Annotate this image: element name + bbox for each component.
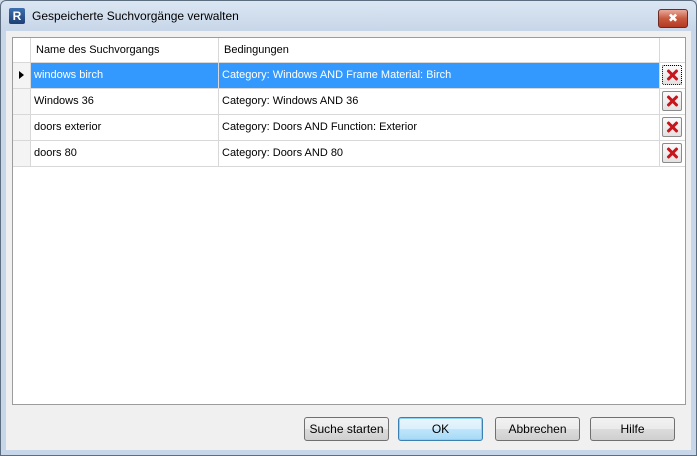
conditions-cell[interactable]: Category: Windows AND Frame Material: Bi…: [219, 63, 660, 88]
delete-cell: [659, 141, 685, 166]
conditions-cell[interactable]: Category: Doors AND Function: Exterior: [219, 115, 660, 140]
delete-search-button[interactable]: [662, 65, 682, 85]
dialog-window: R Gespeicherte Suchvorgänge verwalten ✖ …: [0, 0, 697, 456]
delete-x-icon: [666, 121, 678, 133]
dialog-title: Gespeicherte Suchvorgänge verwalten: [32, 9, 239, 23]
row-selector[interactable]: [13, 115, 31, 140]
title-bar[interactable]: R Gespeicherte Suchvorgänge verwalten ✖: [1, 1, 696, 31]
start-search-button[interactable]: Suche starten: [304, 417, 389, 441]
delete-x-icon: [666, 95, 678, 107]
search-name-cell[interactable]: doors 80: [31, 141, 219, 166]
table-row[interactable]: windows birch Category: Windows AND Fram…: [13, 63, 685, 89]
table-row[interactable]: doors exterior Category: Doors AND Funct…: [13, 115, 685, 141]
delete-cell: [659, 115, 685, 140]
row-selector[interactable]: [13, 63, 31, 88]
dialog-client-area: Name des Suchvorgangs Bedingungen window…: [6, 31, 691, 450]
search-name-cell[interactable]: windows birch: [31, 63, 219, 88]
conditions-cell[interactable]: Category: Windows AND 36: [219, 89, 660, 114]
row-header-corner: [13, 38, 31, 62]
delete-search-button[interactable]: [662, 143, 682, 163]
search-name-cell[interactable]: Windows 36: [31, 89, 219, 114]
column-header-conditions[interactable]: Bedingungen: [219, 38, 660, 62]
row-selector[interactable]: [13, 141, 31, 166]
table-row[interactable]: Windows 36 Category: Windows AND 36: [13, 89, 685, 115]
delete-x-icon: [666, 147, 678, 159]
search-name-cell[interactable]: doors exterior: [31, 115, 219, 140]
delete-search-button[interactable]: [662, 117, 682, 137]
delete-cell: [659, 63, 685, 88]
conditions-cell[interactable]: Category: Doors AND 80: [219, 141, 660, 166]
current-row-arrow-icon: [19, 71, 24, 79]
grid-header: Name des Suchvorgangs Bedingungen: [13, 38, 685, 63]
delete-cell: [659, 89, 685, 114]
delete-x-icon: [666, 69, 678, 81]
ok-button[interactable]: OK: [398, 417, 483, 441]
close-button[interactable]: ✖: [658, 9, 688, 28]
saved-searches-grid: Name des Suchvorgangs Bedingungen window…: [12, 37, 686, 405]
revit-logo-icon: R: [9, 8, 25, 24]
cancel-button[interactable]: Abbrechen: [495, 417, 580, 441]
table-row[interactable]: doors 80 Category: Doors AND 80: [13, 141, 685, 167]
delete-search-button[interactable]: [662, 91, 682, 111]
row-selector[interactable]: [13, 89, 31, 114]
help-button[interactable]: Hilfe: [590, 417, 675, 441]
column-header-name[interactable]: Name des Suchvorgangs: [31, 38, 219, 62]
